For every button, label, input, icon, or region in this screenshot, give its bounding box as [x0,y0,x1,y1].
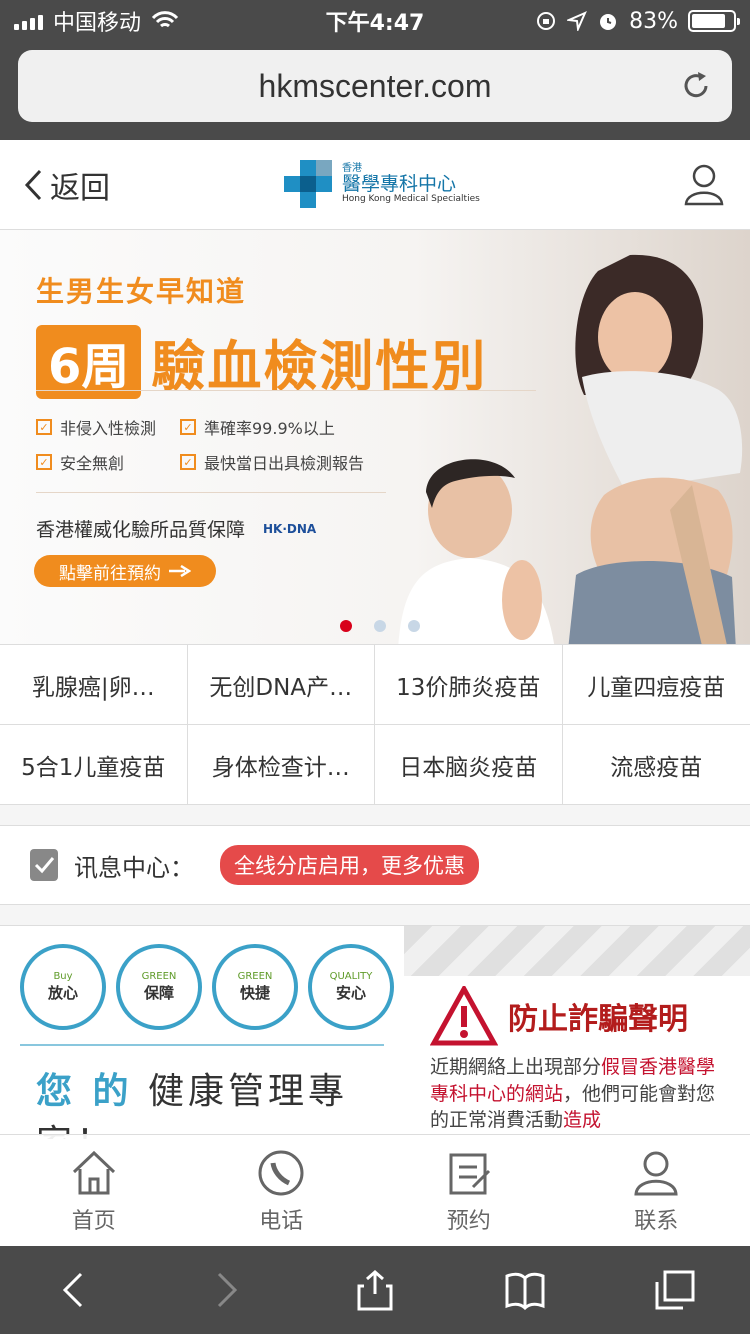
badge-cn: 保障 [143,984,174,1002]
chevron-left-icon [24,169,42,200]
badge-en: QUALITY [329,971,373,982]
tab-home[interactable]: 首页 [0,1135,188,1246]
carousel-dots[interactable] [340,620,420,632]
tab-label: 联系 [634,1208,679,1234]
url-domain: hkmscenter.com [258,67,492,104]
news-bar: 讯息中心： 全线分店启用，更多优惠 [0,825,750,905]
location-icon [567,11,588,31]
slogan-accent: 您 的 [36,1071,133,1112]
news-message[interactable]: 全线分店启用，更多优惠 [220,845,479,885]
banner-feature: 最快當日出具檢測報告 [204,454,365,473]
carrier-name: 中国移动 [53,11,142,36]
cta-label: 點擊前往預約 [59,563,161,584]
green-guarantee-badge: GREEN 保障 [116,944,202,1030]
check-icon: ✓ [36,419,52,435]
badge-cn: 安心 [335,984,366,1002]
book-now-button[interactable]: 點擊前往預約 [34,555,216,587]
category-item[interactable]: 5合1儿童疫苗 [0,725,188,805]
user-icon [634,1151,678,1195]
tab-contact[interactable]: 联系 [563,1135,750,1246]
category-item[interactable]: 乳腺癌|卵… [0,645,188,725]
category-item[interactable]: 流感疫苗 [562,725,750,805]
phone-icon [258,1150,304,1195]
warning-text: 近期網絡上出現部分假冒香港醫學專科中心的網站，他們可能會對您的正常消費活動造成 [430,1054,730,1134]
promo-section: Buy 放心 GREEN 保障 GREEN 快捷 QUALITY 安心 您 的 … [0,925,750,1139]
category-item[interactable]: 13价肺炎疫苗 [375,645,563,725]
warning-highlight: 造成 [563,1109,602,1132]
badge-en: Buy [53,971,73,982]
tab-label: 电话 [259,1208,304,1234]
cross-logo-icon [284,160,332,208]
forward-arrow-icon[interactable] [203,1268,247,1312]
partner-logo: HK·DNA [263,521,317,536]
health-badges-panel: Buy 放心 GREEN 保障 GREEN 快捷 QUALITY 安心 您 的 … [0,944,404,1139]
bottom-tabbar: 首页 电话 预约 联系 [0,1134,750,1246]
site-logo[interactable]: 香港 醫學專科中心 Hong Kong Medical Specialties [282,158,480,210]
banner-subtitle: 生男生女早知道 [36,275,247,308]
arrow-right-icon [169,565,191,577]
document-check-icon [30,849,58,881]
carousel-dot[interactable] [408,620,420,632]
badge-en: GREEN [141,971,177,982]
edit-icon [449,1153,490,1194]
back-arrow-icon[interactable] [53,1268,97,1312]
promo-banner[interactable]: 生男生女早知道 6周 驗血檢測性別 ✓ 非侵入性檢測 ✓ 準確率99.9%以上 ✓ 安… [0,230,750,644]
carousel-dot[interactable] [340,620,352,632]
check-icon: ✓ [180,419,196,435]
share-icon[interactable] [353,1268,397,1312]
category-item[interactable]: 身体检查计… [187,725,375,805]
orientation-lock-icon [537,12,556,30]
back-label: 返回 [50,170,110,206]
category-item[interactable]: 儿童四痘疫苗 [562,645,750,725]
badge-cn: 放心 [47,984,78,1002]
carousel-dot[interactable] [374,620,386,632]
week-badge: 6周 [36,324,142,399]
battery-icon [688,10,740,32]
home-icon [72,1150,115,1194]
logo-english-text: Hong Kong Medical Specialties [342,194,480,204]
warning-icon [430,986,498,1046]
promo-slogan: 您 的 健康管理專家！ [36,1062,404,1139]
battery-percent: 83% [629,8,678,34]
buy-safe-badge: Buy 放心 [20,944,106,1030]
status-bar: 中国移动 下午4:47 83% [0,0,750,42]
green-fast-badge: GREEN 快捷 [212,944,298,1030]
banner-feature: 非侵入性檢測 [60,419,157,438]
reload-icon[interactable] [678,68,714,104]
warning-text-part: 近期網絡上出現部分 [430,1056,602,1078]
badge-en: GREEN [237,971,273,982]
category-item[interactable]: 日本脑炎疫苗 [375,725,563,805]
alarm-icon [600,14,617,30]
browser-toolbar [0,1246,750,1334]
bookmarks-icon[interactable] [503,1268,547,1312]
check-icon: ✓ [180,454,196,470]
wifi-icon [151,11,179,28]
signal-icon [14,12,43,30]
quality-badge: QUALITY 安心 [308,944,394,1030]
user-icon[interactable] [682,162,726,206]
news-label: 讯息中心： [74,853,194,882]
tab-phone[interactable]: 电话 [188,1135,376,1246]
tab-label: 首页 [71,1208,116,1234]
banner-feature: 準確率99.9%以上 [204,419,335,438]
fraud-warning-panel[interactable]: 防止詐騙聲明 近期網絡上出現部分假冒香港醫學專科中心的網站，他們可能會對您的正常… [404,926,750,1139]
check-icon: ✓ [36,454,52,470]
warning-title: 防止詐騙聲明 [508,1002,688,1037]
category-item[interactable]: 无创DNA产… [187,645,375,725]
banner-feature: 安全無創 [60,454,125,473]
logo-main-text: 醫學專科中心 [342,173,457,196]
quality-statement: 香港權威化驗所品質保障 [36,519,246,541]
back-button[interactable]: 返回 [24,163,110,207]
category-grid: 乳腺癌|卵… 无创DNA产… 13价肺炎疫苗 儿童四痘疫苗 5合1儿童疫苗 身体… [0,644,750,805]
site-header: 返回 香港 醫學專科中心 Hong Kong Medical Specialti… [0,140,750,230]
tabs-icon[interactable] [653,1268,697,1312]
couple-photo-woman [568,254,743,644]
badge-cn: 快捷 [239,984,270,1002]
tab-label: 预约 [446,1208,491,1234]
tab-booking[interactable]: 预约 [375,1135,563,1246]
address-bar[interactable]: hkmscenter.com [18,50,732,122]
